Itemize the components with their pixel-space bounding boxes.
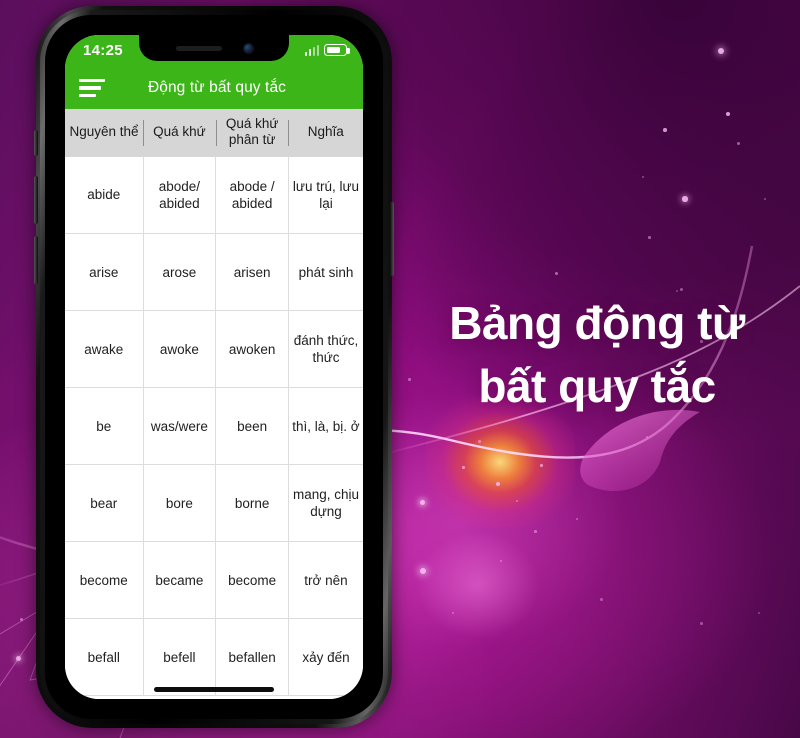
phone-volume-up-button[interactable] [34,176,38,224]
table-row: arise arose arisen phát sinh [65,233,363,312]
column-header-meaning[interactable]: Nghĩa [288,109,363,157]
cell-past: became [143,541,217,620]
background-particle [555,272,558,275]
background-particle [682,196,688,202]
irregular-verbs-table: Nguyên thể Quá khứ Quá khứ phân từ Nghĩa… [65,109,363,697]
background-particle [600,598,603,601]
phone-volume-down-button[interactable] [34,236,38,284]
battery-icon [324,44,350,56]
cell-meaning: đánh thức, thức [288,310,363,389]
cell-past: was/were [143,387,217,466]
background-particle [680,288,683,291]
background-particle [20,618,23,621]
background-particle [462,466,465,469]
front-camera-icon [243,43,253,53]
background-particle [500,560,502,562]
background-particle [663,128,667,132]
cell-participle: abode / abided [215,156,289,235]
cell-meaning: trở nên [288,541,363,620]
phone-frame-inner: 14:25 Động từ bất quy tắc Nguyên thể Quá… [45,15,383,719]
cell-meaning: lưu trú, lưu lại [288,156,363,235]
table-row: awake awoke awoken đánh thức, thức [65,310,363,389]
cell-meaning: mang, chịu dựng [288,464,363,543]
cell-participle: arisen [215,233,289,312]
phone-power-button[interactable] [390,202,394,276]
cell-past: awoke [143,310,217,389]
background-particle [758,612,760,614]
phone-notch [139,35,289,61]
table-row: become became become trở nên [65,541,363,620]
background-particle [496,482,500,486]
background-particle [700,622,703,625]
promo-headline: Bảng động từ bất quy tắc [406,292,788,419]
cell-past: bore [143,464,217,543]
app-bar-title: Động từ bất quy tắc [147,79,287,96]
background-particle [576,518,578,520]
cell-past: abode/ abided [143,156,217,235]
background-particle [764,198,766,200]
background-particle [478,440,481,443]
cell-participle: been [215,387,289,466]
table-row: be was/were been thì, là, bị. ở [65,387,363,466]
cell-participle: awoken [215,310,289,389]
cell-meaning: xảy đến [288,618,363,697]
table-row: bear bore borne mang, chịu dựng [65,464,363,543]
background-particle [737,142,740,145]
phone-mute-switch[interactable] [34,130,38,156]
background-particle [420,500,425,505]
cell-base: abide [65,156,144,235]
status-bar-indicators [304,44,350,56]
cell-base: bear [65,464,144,543]
table-row: befall befell befallen xảy đến [65,618,363,697]
background-particle [648,236,651,239]
table-row: abide abode/ abided abode / abided lưu t… [65,156,363,235]
table-header-row: Nguyên thể Quá khứ Quá khứ phân từ Nghĩa [65,109,363,157]
promo-headline-line-2: bất quy tắc [478,360,716,413]
verb-table-container[interactable]: Nguyên thể Quá khứ Quá khứ phân từ Nghĩa… [65,109,363,699]
background-particle [516,500,518,502]
background-particle [452,612,454,614]
hamburger-menu-icon[interactable] [79,78,105,98]
cell-base: become [65,541,144,620]
background-particle [646,436,648,438]
cell-participle: befallen [215,618,289,697]
promo-headline-line-1: Bảng động từ [449,297,745,349]
cell-base: befall [65,618,144,697]
cell-base: awake [65,310,144,389]
cell-base: arise [65,233,144,312]
column-header-base[interactable]: Nguyên thể [65,109,144,157]
cell-meaning: phát sinh [288,233,363,312]
phone-mockup: 14:25 Động từ bất quy tắc Nguyên thể Quá… [34,6,394,728]
battery-fill [327,46,340,54]
app-bar: Động từ bất quy tắc [65,67,363,109]
cell-meaning: thì, là, bị. ở [288,387,363,466]
signal-bars-icon [304,44,319,56]
earpiece-speaker-icon [175,45,222,51]
background-particle [534,530,537,533]
background-particle [642,176,644,178]
cell-participle: become [215,541,289,620]
status-bar-clock: 14:25 [83,42,123,59]
phone-screen: 14:25 Động từ bất quy tắc Nguyên thể Quá… [65,35,363,699]
cell-base: be [65,387,144,466]
background-particle [540,464,543,467]
column-header-past[interactable]: Quá khứ [143,109,216,157]
home-indicator-bar[interactable] [154,687,274,692]
background-particle [16,656,21,661]
column-header-participle[interactable]: Quá khứ phân từ [215,109,289,157]
cell-participle: borne [215,464,289,543]
background-particle [420,568,426,574]
background-particle [718,48,724,54]
background-particle [726,112,730,116]
cell-past: befell [143,618,217,697]
cell-past: arose [143,233,217,312]
